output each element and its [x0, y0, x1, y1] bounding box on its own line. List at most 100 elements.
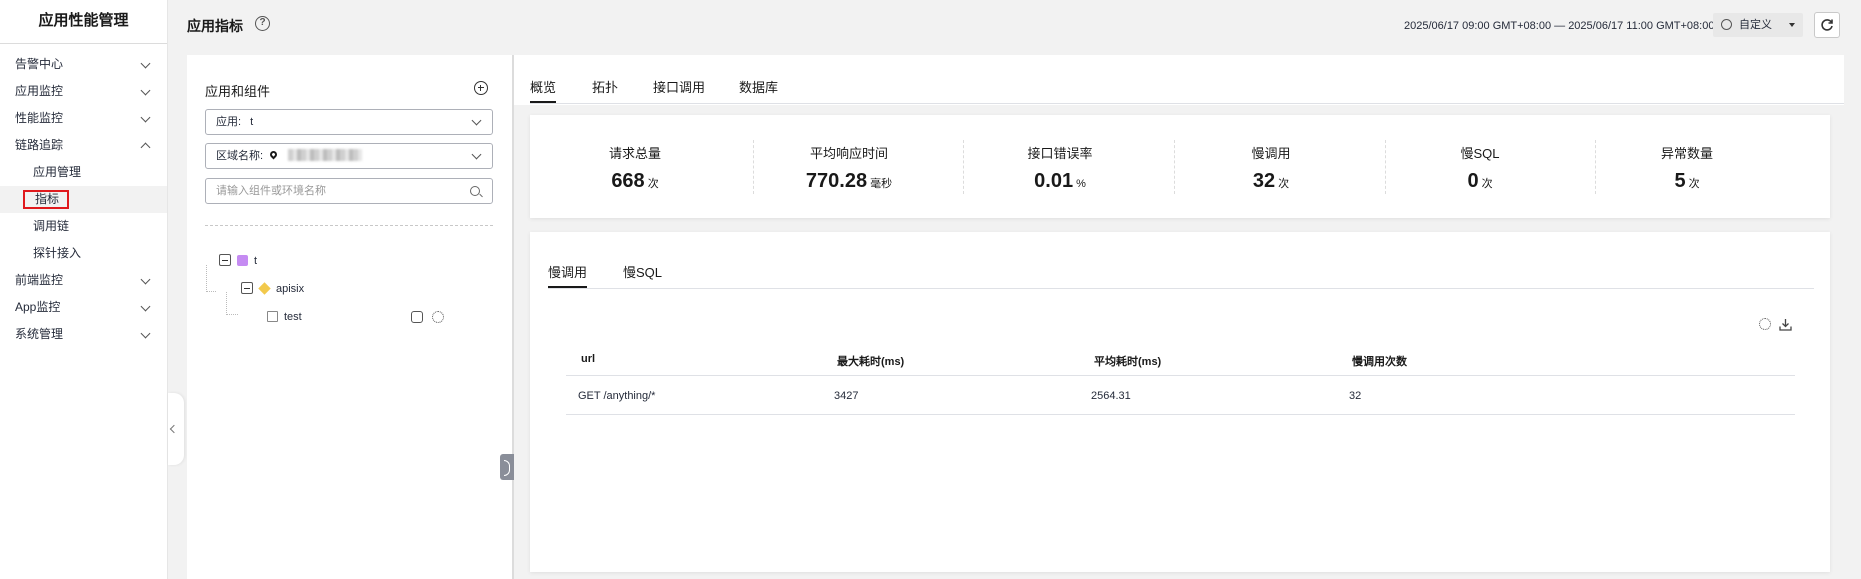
time-mode-select[interactable]: 自定义	[1713, 13, 1803, 37]
table-header: url 最大耗时(ms) 平均耗时(ms) 慢调用次数	[566, 342, 1795, 376]
collapse-icon[interactable]	[219, 254, 231, 267]
tab-slow-sql[interactable]: 慢SQL	[623, 262, 662, 288]
column-header-max-duration[interactable]: 最大耗时(ms)	[837, 353, 904, 369]
tree-node-app[interactable]: t	[219, 253, 257, 269]
tab-overview[interactable]: 概览	[530, 77, 557, 103]
panel-title: 应用和组件	[205, 84, 271, 99]
tree-node-instance[interactable]: test	[267, 309, 302, 325]
sidebar-item-frontend-monitor[interactable]: 前端监控	[0, 267, 167, 294]
sidebar-item-label: 前端监控	[15, 273, 64, 287]
sidebar-item-app-mobile-monitor[interactable]: App监控	[0, 294, 167, 321]
component-search-input[interactable]: 请输入组件或环境名称	[205, 178, 493, 204]
metric-label: 异常数量	[1660, 146, 1713, 161]
monitor-icon[interactable]	[411, 311, 423, 323]
tabs-divider	[530, 103, 1844, 104]
cell-url: GET /anything/*	[578, 390, 656, 402]
tab-api-calls[interactable]: 接口调用	[653, 77, 705, 103]
region-select-label: 区域名称:	[216, 150, 264, 162]
metric-label: 接口错误率	[1027, 146, 1093, 161]
caret-down-icon	[1789, 23, 1795, 27]
chevron-down-icon	[140, 85, 151, 96]
gear-icon[interactable]	[432, 311, 444, 323]
component-cube-icon	[258, 281, 271, 295]
refresh-icon	[1821, 19, 1833, 31]
chevron-down-icon	[140, 112, 151, 123]
metric-unit: 毫秒	[870, 178, 893, 190]
metric-label: 慢调用	[1251, 146, 1291, 161]
chevron-up-icon	[140, 142, 151, 153]
help-icon[interactable]: ?	[255, 16, 270, 31]
app-component-panel: 应用和组件 应用: t 区域名称: 请输入组件或环境名称 t apisix te…	[187, 55, 512, 579]
sidebar-menu: 告警中心 应用监控 性能监控 链路追踪 应用管理 指标 调用链 探针接入 前端监…	[0, 44, 167, 348]
sidebar-title: 应用性能管理	[0, 0, 167, 44]
cell-max-duration: 3427	[834, 390, 859, 402]
metric-value: 770.28	[805, 170, 868, 192]
refresh-button[interactable]	[1814, 12, 1840, 38]
sidebar-subitem-label: 调用链	[33, 219, 70, 233]
column-header-slow-count[interactable]: 慢调用次数	[1352, 353, 1407, 369]
sidebar-item-alarm-center[interactable]: 告警中心	[0, 51, 167, 78]
sidebar-item-system-management[interactable]: 系统管理	[0, 321, 167, 348]
chevron-left-icon	[169, 424, 179, 434]
app-select[interactable]: 应用: t	[205, 109, 493, 135]
time-mode-label: 自定义	[1739, 19, 1772, 31]
sidebar-item-label: 链路追踪	[15, 138, 64, 152]
metric-unit: 次	[647, 178, 659, 190]
sidebar-subitem-label: 指标	[23, 190, 70, 209]
tree-node-component[interactable]: apisix	[241, 281, 304, 297]
download-icon[interactable]	[1779, 318, 1792, 331]
column-header-avg-duration[interactable]: 平均耗时(ms)	[1094, 353, 1161, 369]
search-icon	[470, 186, 480, 196]
sidebar-subitem-app-management[interactable]: 应用管理	[0, 159, 167, 186]
tabs-bar: 概览 拓扑 接口调用 数据库	[514, 55, 1844, 105]
metric-value: 5	[1674, 170, 1686, 192]
cell-avg-duration: 2564.31	[1091, 390, 1131, 402]
page-title: 应用指标	[187, 18, 243, 34]
chevron-down-icon	[471, 115, 482, 126]
tree-connector	[206, 265, 216, 292]
sidebar: 应用性能管理 告警中心 应用监控 性能监控 链路追踪 应用管理 指标 调用链 探…	[0, 0, 168, 579]
sidebar-collapse-button[interactable]	[168, 393, 184, 465]
metric-total-requests: 请求总量 668 次	[530, 143, 740, 193]
search-placeholder: 请输入组件或环境名称	[216, 185, 326, 197]
settings-icon[interactable]	[1759, 318, 1771, 330]
sidebar-item-label: App监控	[15, 300, 61, 314]
add-icon[interactable]	[474, 81, 488, 95]
region-value-redacted	[288, 149, 363, 162]
sidebar-item-app-monitor[interactable]: 应用监控	[0, 78, 167, 105]
metric-label: 慢SQL	[1460, 146, 1500, 161]
tab-slow-calls[interactable]: 慢调用	[548, 262, 588, 288]
main-content: 概览 拓扑 接口调用 数据库 请求总量 668 次 平均响应时间 770.28 毫秒…	[514, 55, 1844, 579]
metric-value-wrap: 770.28 毫秒	[744, 170, 954, 193]
tree-connector	[226, 292, 238, 315]
metrics-summary-card: 请求总量 668 次 平均响应时间 770.28 毫秒 接口错误率 0.01% 慢调…	[530, 115, 1830, 218]
collapse-icon[interactable]	[241, 282, 253, 295]
sidebar-subitem-metrics[interactable]: 指标	[0, 186, 167, 213]
sidebar-item-perf-monitor[interactable]: 性能监控	[0, 105, 167, 132]
tree-node-label: apisix	[276, 283, 305, 295]
metric-unit: 次	[1278, 178, 1290, 190]
application-icon	[237, 254, 248, 266]
tree-node-label: test	[284, 311, 302, 323]
sidebar-subitem-label: 应用管理	[33, 165, 82, 179]
table-row[interactable]: GET /anything/* 3427 2564.31 32	[566, 377, 1795, 415]
metric-unit: 次	[1481, 178, 1493, 190]
tab-database[interactable]: 数据库	[739, 77, 778, 103]
region-select[interactable]: 区域名称:	[205, 143, 493, 169]
chevron-down-icon	[140, 328, 151, 339]
metric-avg-response-time: 平均响应时间 770.28 毫秒	[744, 143, 954, 193]
chevron-down-icon	[471, 149, 482, 160]
sidebar-subitem-call-chain[interactable]: 调用链	[0, 213, 167, 240]
metric-label: 平均响应时间	[809, 146, 888, 161]
metric-value-wrap: 0.01%	[955, 170, 1165, 193]
tab-topology[interactable]: 拓扑	[592, 77, 618, 103]
cell-slow-count: 32	[1349, 390, 1362, 402]
sidebar-subitem-probe-access[interactable]: 探针接入	[0, 240, 167, 267]
metric-value-wrap: 0次	[1375, 170, 1585, 193]
sidebar-item-tracing[interactable]: 链路追踪	[0, 132, 167, 159]
time-range-text[interactable]: 2025/06/17 09:00 GMT+08:00 — 2025/06/17 …	[1404, 20, 1714, 32]
tree-node-label: t	[254, 255, 258, 267]
chevron-down-icon	[140, 301, 151, 312]
divider	[205, 225, 493, 226]
column-header-url[interactable]: url	[581, 353, 595, 365]
